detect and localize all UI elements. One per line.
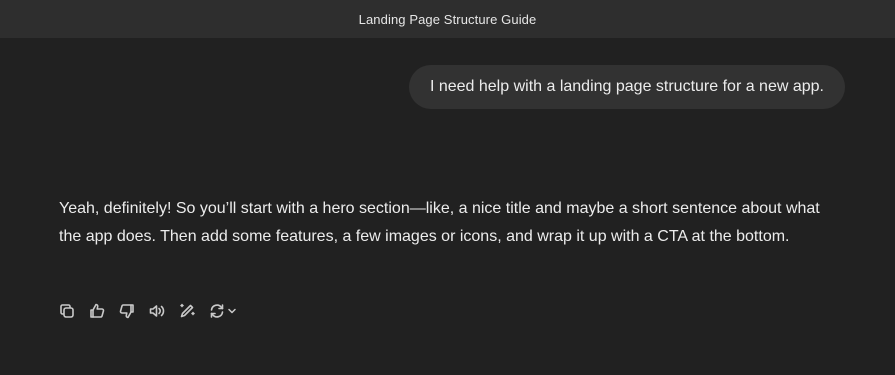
read-aloud-icon [149, 305, 165, 317]
copy-button[interactable] [58, 299, 88, 323]
regenerate-icon [210, 304, 224, 318]
thumbs-down-icon [119, 304, 134, 319]
regenerate-button[interactable] [208, 299, 248, 323]
edit-icon [180, 303, 195, 318]
user-message-text: I need help with a landing page structur… [429, 78, 824, 95]
message-actions [58, 299, 248, 323]
window-title: Landing Page Structure Guide [358, 11, 537, 27]
user-message-bubble: I need help with a landing page structur… [408, 65, 845, 109]
read-aloud-button[interactable] [148, 299, 178, 323]
thumbs-up-icon [90, 303, 105, 318]
assistant-message-text: Yeah, definitely! So you’ll start with a… [59, 200, 820, 245]
thumbs-down-button[interactable] [118, 299, 148, 323]
conversation-area: I need help with a landing page structur… [0, 38, 895, 375]
copy-icon [60, 304, 74, 318]
edit-button[interactable] [178, 299, 208, 323]
thumbs-up-button[interactable] [88, 299, 118, 323]
chevron-down-icon [228, 308, 236, 314]
title-bar: Landing Page Structure Guide [0, 0, 895, 38]
